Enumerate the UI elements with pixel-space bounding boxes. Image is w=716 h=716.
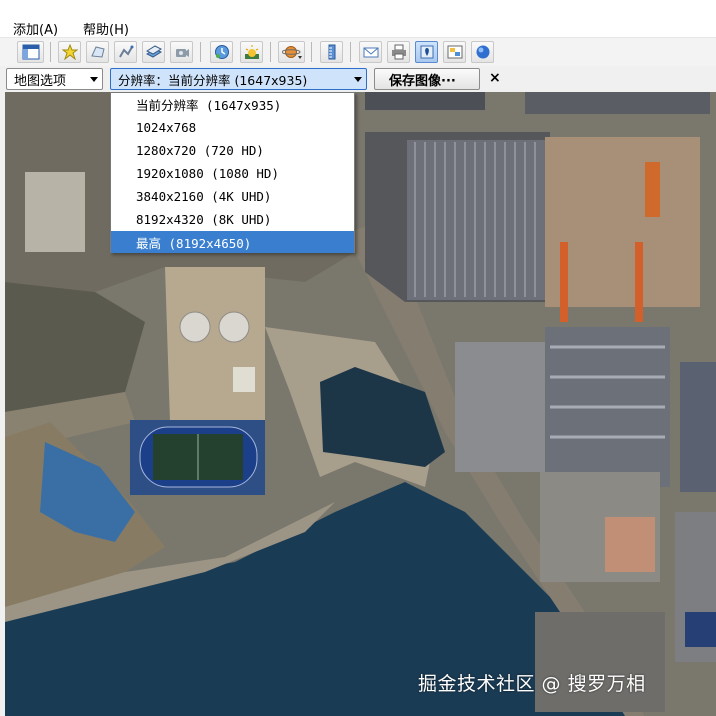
- chevron-down-icon: [354, 77, 362, 82]
- resolution-option[interactable]: 1280x720 (720 HD): [111, 139, 354, 161]
- switch-planet-icon[interactable]: [278, 41, 305, 63]
- resolution-dropdown-list: 当前分辨率 (1647x935) 1024x768 1280x720 (720 …: [110, 92, 355, 253]
- sidebar-toggle-icon[interactable]: [17, 41, 44, 63]
- ruler-icon[interactable]: [320, 41, 343, 63]
- menu-help[interactable]: 帮助(H): [83, 19, 129, 38]
- watermark: 掘金技术社区 @ 搜罗万相: [418, 673, 646, 695]
- print-icon[interactable]: [387, 41, 410, 63]
- resolution-option[interactable]: 8192x4320 (8K UHD): [111, 208, 354, 230]
- add-polygon-icon[interactable]: [86, 41, 109, 63]
- save-image-button[interactable]: 保存图像···: [374, 68, 480, 90]
- resolution-option[interactable]: 1920x1080 (1080 HD): [111, 162, 354, 184]
- resolution-option-selected[interactable]: 最高 (8192x4650): [111, 231, 354, 253]
- resolution-label: 分辨率：当前分辨率 (1647x935): [118, 72, 308, 88]
- add-overlay-icon[interactable]: [142, 41, 165, 63]
- sunlight-icon[interactable]: [240, 41, 263, 63]
- resolution-option[interactable]: 当前分辨率 (1647x935): [111, 93, 354, 115]
- menu-bar: 添加(A) 帮助(H): [0, 0, 716, 38]
- map-options-dropdown[interactable]: 地图选项: [6, 68, 103, 90]
- map-view-icon[interactable]: [415, 41, 438, 63]
- options-bar: 地图选项 分辨率：当前分辨率 (1647x935) 保存图像··· ×: [0, 66, 716, 92]
- record-tour-icon[interactable]: [170, 41, 193, 63]
- resolution-option[interactable]: 3840x2160 (4K UHD): [111, 185, 354, 207]
- save-image-icon[interactable]: [443, 41, 466, 63]
- chevron-down-icon: [90, 77, 98, 82]
- add-placemark-icon[interactable]: [58, 41, 81, 63]
- close-icon[interactable]: ×: [489, 70, 501, 86]
- resolution-option[interactable]: 1024x768: [111, 116, 354, 138]
- add-path-icon[interactable]: [114, 41, 137, 63]
- resolution-dropdown[interactable]: 分辨率：当前分辨率 (1647x935): [110, 68, 367, 90]
- map-options-label: 地图选项: [14, 73, 67, 89]
- email-icon[interactable]: [359, 41, 382, 63]
- menu-add[interactable]: 添加(A): [13, 19, 58, 38]
- toolbar: [0, 38, 716, 66]
- historical-imagery-icon[interactable]: [210, 41, 233, 63]
- maps-icon[interactable]: [471, 41, 494, 63]
